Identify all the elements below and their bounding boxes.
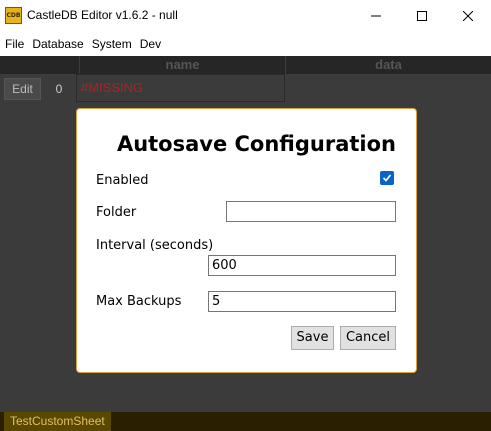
sheet-tab[interactable]: TestCustomSheet <box>4 412 111 431</box>
interval-label: Interval (seconds) <box>96 238 214 253</box>
interval-input[interactable]: 600 <box>208 255 396 276</box>
title-bar: CDB CastleDB Editor v1.6.2 - null <box>0 0 491 32</box>
enabled-checkbox[interactable] <box>380 171 394 185</box>
maximize-icon <box>417 11 427 21</box>
max-backups-input[interactable]: 5 <box>208 291 396 312</box>
menu-dev[interactable]: Dev <box>137 32 164 56</box>
sheet-tab-bar: TestCustomSheet <box>0 412 491 431</box>
cell-name[interactable]: #MISSING <box>76 74 285 102</box>
close-icon <box>463 11 473 21</box>
folder-label: Folder <box>96 205 137 220</box>
row-edit-button[interactable]: Edit <box>4 78 41 100</box>
cancel-button[interactable]: Cancel <box>340 326 396 350</box>
enabled-label: Enabled <box>96 173 149 188</box>
header-corner <box>0 56 79 74</box>
column-header-data[interactable]: data <box>286 56 491 74</box>
checkmark-icon <box>382 174 392 182</box>
menu-bar: File Database System Dev <box>0 32 491 56</box>
row-index: 0 <box>55 82 63 96</box>
maximize-button[interactable] <box>399 0 445 32</box>
close-button[interactable] <box>445 0 491 32</box>
column-header-name[interactable]: name <box>80 56 285 74</box>
save-button[interactable]: Save <box>291 326 334 350</box>
autosave-dialog: Autosave Configuration Enabled Folder In… <box>76 108 417 373</box>
dialog-title: Autosave Configuration <box>116 132 396 156</box>
max-backups-label: Max Backups <box>96 294 182 309</box>
folder-input[interactable] <box>226 201 396 222</box>
menu-system[interactable]: System <box>89 32 135 56</box>
menu-database[interactable]: Database <box>29 32 86 56</box>
minimize-button[interactable] <box>353 0 399 32</box>
menu-file[interactable]: File <box>2 32 27 56</box>
minimize-icon <box>371 15 381 17</box>
castledb-logo-icon: CDB <box>5 7 22 24</box>
window-title: CastleDB Editor v1.6.2 - null <box>27 8 178 22</box>
